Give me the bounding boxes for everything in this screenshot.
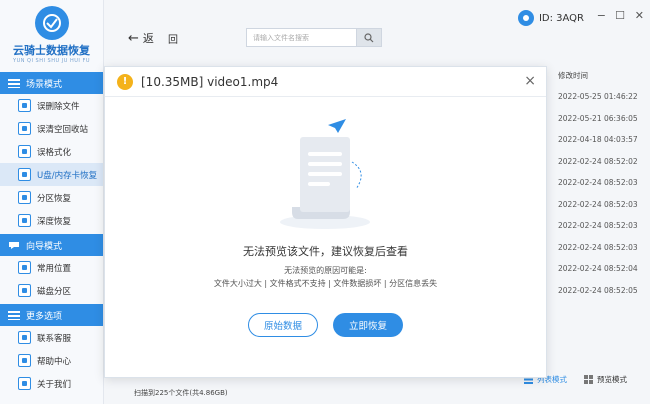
- sidebar-item-usb-card[interactable]: U盘/内存卡恢复: [0, 163, 103, 186]
- dialog-close-button[interactable]: ×: [524, 73, 536, 89]
- section-scene-mode[interactable]: 场景模式: [0, 72, 103, 94]
- close-button[interactable]: ✕: [635, 9, 644, 22]
- more-options-icon: [8, 310, 20, 320]
- table-cell-time: 2022-04-18 04:03:57: [558, 135, 638, 145]
- section-wizard-mode[interactable]: 向导模式: [0, 234, 103, 256]
- sidebar-item-about-us[interactable]: 关于我们: [0, 372, 103, 395]
- dialog-title: [10.35MB] video1.mp4: [141, 74, 279, 89]
- user-avatar-icon: [517, 10, 534, 26]
- info-icon: [18, 377, 31, 390]
- dialog-header: ! [10.35MB] video1.mp4: [105, 67, 546, 97]
- table-cell-time: 2022-02-24 08:52:03: [558, 242, 638, 252]
- logo-subtitle: YUN QI SHI SHU JU HUI FU: [13, 58, 90, 64]
- help-icon: [18, 354, 31, 367]
- usb-icon: [18, 168, 31, 181]
- app-logo: 云骑士数据恢复 YUN QI SHI SHU JU HUI FU: [0, 0, 103, 70]
- user-id: ID: 3AQR: [538, 12, 584, 24]
- sidebar-item-recycle-bin[interactable]: 误清空回收站: [0, 117, 103, 140]
- search-icon: [364, 32, 374, 42]
- section-title: 更多选项: [26, 311, 63, 322]
- partition-icon: [18, 191, 31, 204]
- preview-view-icon: [584, 375, 593, 384]
- disk-icon: [18, 284, 31, 297]
- table-cell-time: 2022-02-24 08:52:02: [558, 156, 638, 166]
- sidebar-item-partition[interactable]: 分区恢复: [0, 186, 103, 209]
- location-icon: [18, 261, 31, 274]
- logo-icon: [34, 6, 69, 40]
- table-cell-time: 2022-02-24 08:52:03: [558, 199, 638, 209]
- back-button[interactable]: ← 返: [128, 30, 154, 46]
- preview-mode-toggle[interactable]: 预览模式: [584, 374, 627, 385]
- search-button[interactable]: [356, 28, 382, 47]
- section-title: 场景模式: [26, 79, 63, 90]
- format-icon: [18, 145, 31, 158]
- table-cell-time: 2022-02-24 08:52:03: [558, 178, 638, 188]
- warning-icon: !: [117, 73, 133, 90]
- table-cell-time: 2022-02-24 08:52:05: [558, 285, 638, 295]
- logo-title: 云骑士数据恢复: [13, 44, 90, 57]
- wizard-mode-icon: [8, 240, 20, 250]
- back-arrow-icon: ←: [128, 30, 139, 46]
- sidebar-item-deep-recovery[interactable]: 深度恢复: [0, 209, 103, 232]
- headset-icon: [18, 331, 31, 344]
- table-cell-time: 2022-02-24 08:52:03: [558, 221, 638, 231]
- return-button[interactable]: 回: [168, 31, 178, 46]
- sidebar-item-disk-partition[interactable]: 磁盘分区: [0, 279, 103, 302]
- scene-mode-icon: [8, 78, 20, 88]
- deep-scan-icon: [18, 214, 31, 227]
- modified-time-column: 修改时间 2022-05-25 01:46:22 2022-05-21 06:3…: [550, 66, 650, 301]
- sidebar-item-deleted-files[interactable]: 误删除文件: [0, 94, 103, 117]
- table-cell-time: 2022-02-24 08:52:04: [558, 264, 638, 274]
- scan-status: 扫描到225个文件(共4.86GB): [134, 389, 228, 397]
- sidebar-item-help-center[interactable]: 帮助中心: [0, 349, 103, 372]
- table-cell-time: 2022-05-25 01:46:22: [558, 92, 638, 102]
- column-header-modified-time[interactable]: 修改时间: [550, 66, 650, 86]
- sidebar: 云骑士数据恢复 YUN QI SHI SHU JU HUI FU 场景模式 误删…: [0, 0, 104, 404]
- maximize-button[interactable]: ☐: [615, 9, 625, 22]
- recover-now-button[interactable]: 立即恢复: [333, 313, 403, 337]
- table-cell-time: 2022-05-21 06:36:05: [558, 113, 638, 123]
- sidebar-item-format[interactable]: 误格式化: [0, 140, 103, 163]
- document-illustration-icon: [280, 119, 370, 229]
- user-account[interactable]: ID: 3AQR: [517, 10, 584, 26]
- preview-dialog: ! [10.35MB] video1.mp4 × 无法预览该文件，建议恢复后查看…: [104, 66, 547, 378]
- top-bar: ← 返 回 请输入文件名搜索 ID: 3AQR − ☐ ✕: [104, 0, 650, 70]
- reason-title: 无法预览的原因可能是:: [284, 266, 367, 275]
- original-data-button[interactable]: 原始数据: [248, 313, 318, 337]
- recycle-bin-icon: [18, 122, 31, 135]
- sidebar-item-common-locations[interactable]: 常用位置: [0, 256, 103, 279]
- reason-list: 文件大小过大 | 文件格式不支持 | 文件数据损坏 | 分区信息丢失: [213, 279, 438, 288]
- file-icon: [18, 99, 31, 112]
- minimize-button[interactable]: −: [597, 9, 606, 22]
- sidebar-item-contact-support[interactable]: 联系客服: [0, 326, 103, 349]
- section-title: 向导模式: [26, 241, 63, 252]
- section-more-options[interactable]: 更多选项: [0, 304, 103, 326]
- preview-error-message: 无法预览该文件，建议恢复后查看: [243, 245, 408, 258]
